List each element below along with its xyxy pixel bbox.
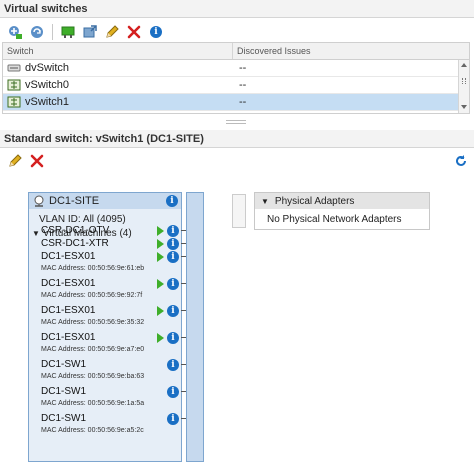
physical-adapters-header[interactable]: ▼ Physical Adapters bbox=[255, 193, 429, 209]
manage-adapters-button[interactable] bbox=[59, 23, 77, 41]
close-icon bbox=[127, 25, 141, 39]
export-icon bbox=[83, 25, 97, 38]
vm-mac-address: MAC Address: 00:50:56:9e:1a:5a bbox=[41, 400, 145, 407]
powered-on-icon bbox=[157, 306, 164, 316]
switch-name: vSwitch1 bbox=[25, 96, 70, 108]
vm-name[interactable]: DC1-ESX01 bbox=[41, 332, 95, 343]
refresh-icon bbox=[456, 155, 466, 166]
standard-switch-header: Standard switch: vSwitch1 (DC1-SITE) bbox=[0, 130, 474, 148]
migrate-icon bbox=[31, 26, 43, 38]
virtual-switches-header: Virtual switches bbox=[0, 0, 474, 18]
edit-button[interactable] bbox=[103, 23, 121, 41]
vlan-id: VLAN ID: All (4095) bbox=[39, 213, 126, 225]
pencil-icon bbox=[106, 25, 119, 38]
refresh-button[interactable] bbox=[452, 152, 470, 170]
adapter-icon bbox=[61, 26, 75, 38]
physical-adapters-empty: No Physical Network Adapters bbox=[267, 214, 402, 225]
migrate-networking-button[interactable] bbox=[28, 23, 46, 41]
triangle-down-icon: ▼ bbox=[261, 196, 269, 206]
info-icon[interactable]: i bbox=[167, 251, 179, 263]
add-host-networking-button[interactable] bbox=[6, 23, 24, 41]
info-icon[interactable]: i bbox=[167, 413, 179, 425]
port-group-icon bbox=[34, 195, 44, 207]
switch-table: Switch Discovered Issues dvSwitch -- vSw… bbox=[2, 42, 470, 114]
uplink-placeholder bbox=[232, 194, 246, 228]
port-group-name: DC1-SITE bbox=[49, 195, 100, 207]
scroll-up-icon bbox=[461, 63, 467, 67]
vm-name[interactable]: DC1-ESX01 bbox=[41, 251, 95, 262]
switch-backbone bbox=[186, 192, 204, 462]
switch-name: dvSwitch bbox=[25, 62, 70, 74]
switch-name: vSwitch0 bbox=[25, 79, 70, 91]
info-icon: i bbox=[150, 26, 162, 38]
topology-diagram: DC1-SITE i VLAN ID: All (4095) ▼ Virtual… bbox=[0, 176, 474, 462]
vm-name[interactable]: CSR-DC1-XTR bbox=[41, 238, 109, 249]
info-icon[interactable]: i bbox=[167, 225, 179, 237]
powered-on-icon bbox=[157, 279, 164, 289]
info-icon[interactable]: i bbox=[167, 305, 179, 317]
vm-name[interactable]: DC1-SW1 bbox=[41, 413, 86, 424]
info-icon[interactable]: i bbox=[167, 359, 179, 371]
port-group-header[interactable]: DC1-SITE i bbox=[29, 193, 181, 209]
vm-mac-address: MAC Address: 00:50:56:9e:a7:e0 bbox=[41, 346, 145, 353]
standard-switch-icon bbox=[7, 96, 21, 108]
toolbar-separator bbox=[52, 24, 53, 40]
edit-switch-button[interactable] bbox=[6, 152, 24, 170]
powered-on-icon bbox=[157, 239, 164, 249]
close-icon bbox=[30, 154, 44, 168]
pencil-icon bbox=[9, 154, 22, 167]
table-row-vswitch0[interactable]: vSwitch0 -- bbox=[3, 77, 469, 94]
vm-name[interactable]: CSR-DC1-OTV bbox=[41, 225, 109, 236]
info-icon[interactable]: i bbox=[166, 195, 178, 207]
issues-cell: -- bbox=[239, 96, 247, 108]
info-button[interactable]: i bbox=[147, 23, 165, 41]
table-row-dvswitch[interactable]: dvSwitch -- bbox=[3, 60, 469, 77]
scroll-grip-icon bbox=[462, 78, 466, 84]
vm-name[interactable]: DC1-ESX01 bbox=[41, 278, 95, 289]
vm-mac-address: MAC Address: 00:50:56:9e:a5:2c bbox=[41, 427, 144, 434]
info-icon[interactable]: i bbox=[167, 332, 179, 344]
physical-adapters-panel: ▼ Physical Adapters No Physical Network … bbox=[254, 192, 430, 230]
issues-cell: -- bbox=[239, 79, 247, 91]
powered-on-icon bbox=[157, 226, 164, 236]
issues-cell: -- bbox=[239, 62, 247, 74]
column-header-issues[interactable]: Discovered Issues bbox=[233, 43, 457, 59]
add-networking-icon bbox=[9, 26, 22, 39]
info-icon[interactable]: i bbox=[167, 278, 179, 290]
info-icon[interactable]: i bbox=[167, 386, 179, 398]
pane-splitter[interactable] bbox=[226, 120, 246, 124]
vm-mac-address: MAC Address: 00:50:56:9e:ba:63 bbox=[41, 373, 145, 380]
table-scrollbar[interactable] bbox=[458, 60, 469, 113]
remove-switch-button[interactable] bbox=[28, 152, 46, 170]
vm-name[interactable]: DC1-SW1 bbox=[41, 359, 86, 370]
migrate-vm-button[interactable] bbox=[81, 23, 99, 41]
detail-toolbar bbox=[0, 150, 474, 172]
vm-mac-address: MAC Address: 00:50:56:9e:35:32 bbox=[41, 319, 145, 326]
standard-switch-icon bbox=[7, 79, 21, 91]
port-group-panel: DC1-SITE i VLAN ID: All (4095) ▼ Virtual… bbox=[28, 192, 197, 462]
switches-toolbar: i bbox=[0, 21, 474, 43]
physical-adapters-title: Physical Adapters bbox=[274, 195, 355, 207]
triangle-down-icon: ▼ bbox=[32, 228, 40, 238]
table-row-vswitch1[interactable]: vSwitch1 -- bbox=[3, 94, 469, 111]
powered-on-icon bbox=[157, 252, 164, 262]
column-header-switch[interactable]: Switch bbox=[3, 43, 233, 59]
distributed-switch-icon bbox=[7, 64, 21, 72]
remove-button[interactable] bbox=[125, 23, 143, 41]
scroll-down-icon bbox=[461, 105, 467, 109]
table-header: Switch Discovered Issues bbox=[3, 43, 469, 60]
vm-name[interactable]: DC1-SW1 bbox=[41, 386, 86, 397]
powered-on-icon bbox=[157, 333, 164, 343]
vm-mac-address: MAC Address: 00:50:56:9e:92:7f bbox=[41, 292, 143, 299]
vm-name[interactable]: DC1-ESX01 bbox=[41, 305, 95, 316]
vm-mac-address: MAC Address: 00:50:56:9e:61:eb bbox=[41, 265, 145, 272]
info-icon[interactable]: i bbox=[167, 238, 179, 250]
